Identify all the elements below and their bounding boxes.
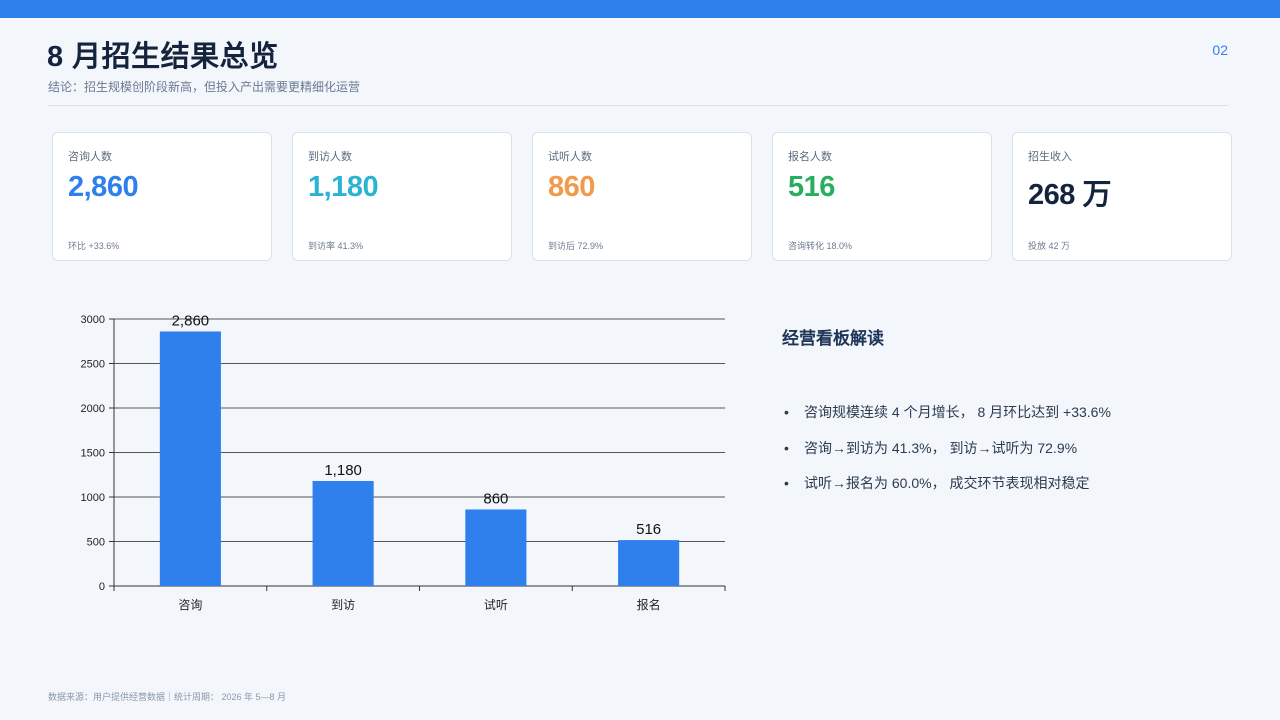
y-tick-label: 0 xyxy=(99,581,105,593)
kpi-label: 到访人数 xyxy=(308,151,352,163)
y-tick-label: 1500 xyxy=(81,448,105,460)
insight-item: • 咨询规模连续 4 个月增长， 8 月环比达到 +33.6% xyxy=(784,402,1111,438)
top-accent-bar xyxy=(0,0,1280,18)
kpi-label: 招生收入 xyxy=(1028,151,1072,163)
x-tick-label: 咨询 xyxy=(178,597,202,612)
insight-item: • 咨询→到访为 41.3%， 到访→试听为 72.9% xyxy=(784,438,1111,474)
page-title: 8 月招生结果总览 xyxy=(47,41,279,73)
bullet-icon: • xyxy=(784,439,789,456)
side-panel-title: 经营看板解读 xyxy=(782,329,884,348)
kpi-label: 咨询人数 xyxy=(68,151,112,163)
bar-value-label: 860 xyxy=(483,490,508,507)
insight-text: 咨询→到访为 41.3%， 到访→试听为 72.9% xyxy=(804,439,1078,456)
kpi-card-visits: 到访人数 1,180 到访率 41.3% xyxy=(292,132,512,261)
kpi-card-trials: 试听人数 860 到访后 72.9% xyxy=(532,132,752,261)
page-number: 02 xyxy=(1212,42,1228,58)
bullet-icon: • xyxy=(784,475,789,491)
y-tick-label: 2500 xyxy=(81,359,105,371)
y-tick-label: 500 xyxy=(87,537,105,549)
data-source-footer: 数据来源：用户提供经营数据｜统计周期： 2026 年 5—8 月 xyxy=(48,692,287,702)
kpi-value: 2,860 xyxy=(68,171,139,203)
kpi-card-row: 咨询人数 2,860 环比 +33.6% 到访人数 1,180 到访率 41.3… xyxy=(52,132,1234,262)
kpi-card-revenue: 招生收入 268 万 投放 42 万 xyxy=(1012,132,1232,261)
insight-text: 咨询规模连续 4 个月增长， 8 月环比达到 +33.6% xyxy=(804,404,1111,420)
y-tick-label: 1000 xyxy=(81,492,105,504)
x-tick-label: 到访 xyxy=(331,598,355,612)
bar-value-label: 516 xyxy=(636,521,661,538)
page-subtitle: 结论：招生规模创阶段新高，但投入产出需要更精细化运营 xyxy=(48,80,361,94)
kpi-card-enrollments: 报名人数 516 咨询转化 18.0% xyxy=(772,132,992,261)
insight-text: 试听→报名为 60.0%， 成交环节表现相对稳定 xyxy=(804,475,1090,491)
kpi-note: 投放 42 万 xyxy=(1028,241,1071,251)
funnel-bar-chart: 0 500 1000 1500 2000 2500 3000 2,860 咨询 1,180 到访 86… xyxy=(70,300,740,630)
x-tick-label: 报名 xyxy=(637,597,661,612)
x-tick-label: 试听 xyxy=(484,597,508,612)
insight-list: • 咨询规模连续 4 个月增长， 8 月环比达到 +33.6% • 咨询→到访为 4… xyxy=(784,402,1111,509)
kpi-card-inquiries: 咨询人数 2,860 环比 +33.6% xyxy=(52,132,272,261)
kpi-label: 报名人数 xyxy=(788,151,832,163)
bar xyxy=(312,480,374,586)
bar-value-label: 1,180 xyxy=(324,462,362,479)
kpi-note: 到访后 72.9% xyxy=(548,241,604,251)
y-tick-label: 2000 xyxy=(81,403,105,415)
kpi-value: 268 万 xyxy=(1028,179,1111,211)
bar xyxy=(159,331,221,586)
header-divider xyxy=(48,105,1228,106)
bullet-icon: • xyxy=(784,404,789,420)
bar-value-label: 2,860 xyxy=(172,312,210,329)
kpi-note: 咨询转化 18.0% xyxy=(788,241,853,251)
kpi-value: 516 xyxy=(788,171,835,203)
chart-svg: 0 500 1000 1500 2000 2500 3000 2,860 咨询 1,180 到访 86… xyxy=(81,312,726,612)
bar xyxy=(465,509,527,586)
kpi-label: 试听人数 xyxy=(548,151,592,163)
y-tick-label: 3000 xyxy=(81,314,105,326)
kpi-value: 1,180 xyxy=(308,171,379,203)
kpi-note: 到访率 41.3% xyxy=(308,241,364,251)
insight-item: • 试听→报名为 60.0%， 成交环节表现相对稳定 xyxy=(784,473,1111,509)
kpi-value: 860 xyxy=(548,171,595,203)
bar xyxy=(618,540,680,586)
kpi-note: 环比 +33.6% xyxy=(68,241,120,251)
